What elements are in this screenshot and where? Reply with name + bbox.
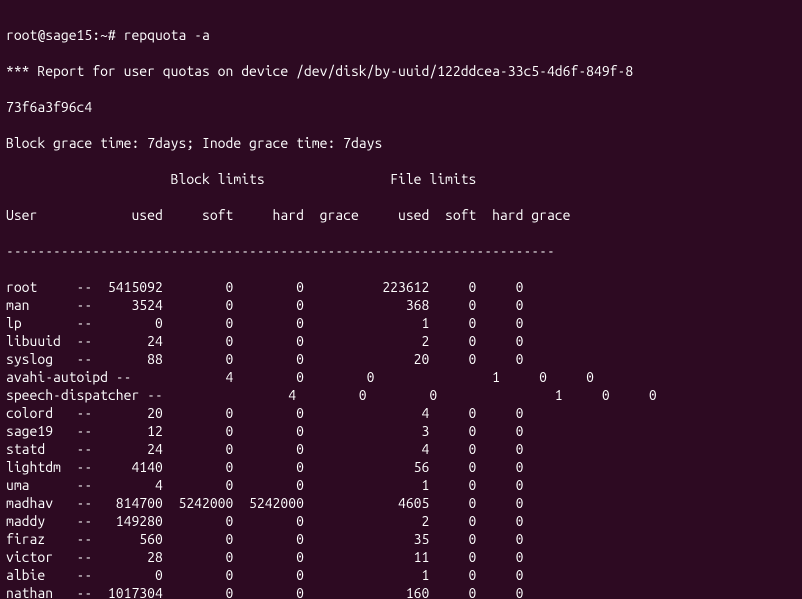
quota-row: speech-dispatcher -- 4 0 0 1 0 0 [6, 386, 796, 404]
terminal-output[interactable]: root@sage15:~# repquota -a *** Report fo… [0, 0, 802, 599]
quota-row: lp -- 0 0 0 1 0 0 [6, 314, 796, 332]
quota-row: colord -- 20 0 0 4 0 0 [6, 404, 796, 422]
shell-prompt: root@sage15:~# [6, 27, 124, 43]
report-header-line: *** Report for user quotas on device /de… [6, 62, 796, 80]
quota-row: syslog -- 88 0 0 20 0 0 [6, 350, 796, 368]
report-header-line2: 73f6a3f96c4 [6, 98, 796, 116]
quota-row: maddy -- 149280 0 0 2 0 0 [6, 512, 796, 530]
quota-row: man -- 3524 0 0 368 0 0 [6, 296, 796, 314]
quota-row: firaz -- 560 0 0 35 0 0 [6, 530, 796, 548]
quota-row: madhav -- 814700 5242000 5242000 4605 0 … [6, 494, 796, 512]
quota-row: sage19 -- 12 0 0 3 0 0 [6, 422, 796, 440]
command-text: repquota -a [124, 27, 210, 43]
separator-line: ----------------------------------------… [6, 242, 796, 260]
quota-row: root -- 5415092 0 0 223612 0 0 [6, 278, 796, 296]
quota-row: libuuid -- 24 0 0 2 0 0 [6, 332, 796, 350]
quota-table-body: root -- 5415092 0 0 223612 0 0man -- 352… [6, 278, 796, 599]
column-group-heading: Block limits File limits [6, 170, 796, 188]
prompt-line: root@sage15:~# repquota -a [6, 26, 796, 44]
quota-row: victor -- 28 0 0 11 0 0 [6, 548, 796, 566]
quota-row: statd -- 24 0 0 4 0 0 [6, 440, 796, 458]
quota-row: albie -- 0 0 0 1 0 0 [6, 566, 796, 584]
grace-line: Block grace time: 7days; Inode grace tim… [6, 134, 796, 152]
quota-row: lightdm -- 4140 0 0 56 0 0 [6, 458, 796, 476]
quota-row: avahi-autoipd -- 4 0 0 1 0 0 [6, 368, 796, 386]
quota-row: uma -- 4 0 0 1 0 0 [6, 476, 796, 494]
quota-row: nathan -- 1017304 0 0 160 0 0 [6, 584, 796, 599]
column-heading: User used soft hard grace used soft hard… [6, 206, 796, 224]
